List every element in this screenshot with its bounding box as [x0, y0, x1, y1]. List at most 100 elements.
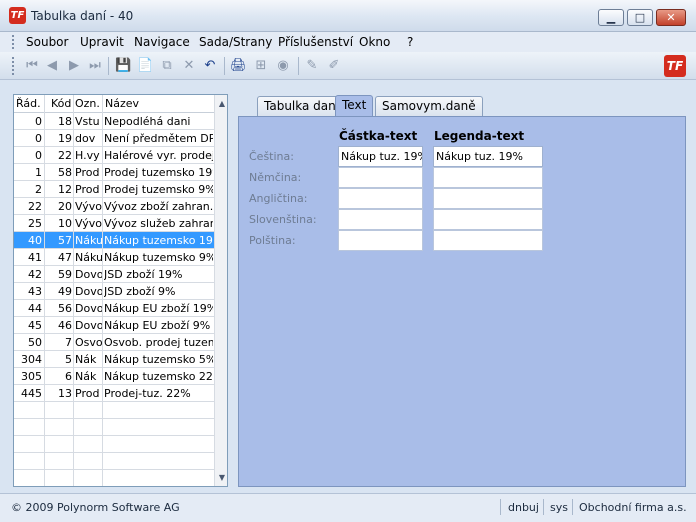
cell-row: 44 [28, 302, 42, 315]
cell-abbr: Prod [75, 166, 100, 179]
menu-bar: Soubor Upravit Navigace Sada/Strany Přís… [0, 32, 696, 52]
cell-name: Nákup EU zboží 9% [104, 319, 211, 332]
language-label: Polština: [249, 234, 296, 247]
cell-name: Prodej-tuz. 22% [104, 387, 191, 400]
cell-name: Prodej tuzemsko 9% [104, 183, 213, 196]
copy-icon[interactable]: ⧉ [159, 58, 175, 74]
legend-text-field[interactable] [433, 167, 543, 188]
legend-text-field[interactable] [433, 188, 543, 209]
cell-abbr: H.vy [75, 149, 100, 162]
status-user: sys [550, 501, 568, 514]
cell-row: 41 [28, 251, 42, 264]
tax-table-grid[interactable]: Řád. Kód Ozn. Název 0 18 Vstu Nepodléhá dan… [13, 94, 228, 487]
edit-icon[interactable]: ✎ [304, 58, 320, 74]
legend-text-field[interactable]: Nákup tuz. 19% [433, 146, 543, 167]
menu-upravit[interactable]: Upravit [80, 35, 124, 49]
cell-abbr: Dovo [75, 285, 102, 298]
language-label: Angličtina: [249, 192, 308, 205]
status-divider [500, 499, 501, 515]
close-icon: ✕ [666, 11, 676, 24]
new-icon[interactable]: 📄 [137, 58, 153, 74]
cell-name: Nákup EU zboží 19% [104, 302, 213, 315]
header-row[interactable]: Řád. [16, 97, 41, 110]
language-label: Slovenština: [249, 213, 317, 226]
cell-row: 42 [28, 268, 42, 281]
cell-row: 0 [35, 115, 42, 128]
amount-text-field[interactable] [338, 209, 423, 230]
close-button[interactable]: ✕ [656, 9, 686, 26]
legend-text-field[interactable] [433, 209, 543, 230]
grid-scrollbar[interactable]: ▲ ▼ [214, 95, 227, 486]
cell-name: Není předmětem DPH [104, 132, 213, 145]
first-record-icon[interactable]: ⏮ [24, 58, 40, 74]
scroll-up-icon[interactable]: ▲ [215, 99, 227, 108]
amount-text-field[interactable] [338, 167, 423, 188]
cell-abbr: Náku [75, 234, 102, 247]
tab-text[interactable]: Text [335, 95, 374, 117]
copyright-text: © 2009 Polynorm Software AG [11, 501, 180, 514]
column-divider [44, 95, 45, 486]
tab-tabulka-dani[interactable]: Tabulka daní [257, 96, 347, 116]
legend-text-field[interactable] [433, 230, 543, 251]
menu-grip[interactable] [12, 35, 15, 49]
cell-row: 43 [28, 285, 42, 298]
last-record-icon[interactable]: ⏭ [87, 58, 103, 74]
grid-header: Řád. Kód Ozn. Název [14, 95, 227, 113]
app-logo-icon: TF [9, 7, 26, 24]
cell-code: 22 [58, 149, 72, 162]
cell-code: 49 [58, 285, 72, 298]
cell-abbr: Dovo [75, 319, 102, 332]
header-abbr[interactable]: Ozn. [75, 97, 100, 110]
prev-record-icon[interactable]: ◀ [44, 58, 60, 74]
amount-text-field[interactable] [338, 188, 423, 209]
cell-name: Nákup tuzemsko 22% [104, 370, 213, 383]
tree-icon[interactable]: ⊞ [253, 58, 269, 74]
amount-text-field[interactable]: Nákup tuz. 19% [338, 146, 423, 167]
globe-icon[interactable]: ◉ [275, 58, 291, 74]
column-amount-text: Částka-text [339, 129, 418, 143]
clear-icon[interactable]: ✐ [326, 58, 342, 74]
cell-name: Nákup tuzemsko 5% [104, 353, 213, 366]
undo-icon[interactable]: ↶ [202, 58, 218, 74]
status-company: Obchodní firma a.s. [579, 501, 687, 514]
menu-help[interactable]: ? [407, 35, 413, 49]
minimize-button[interactable]: ▁ [598, 9, 624, 26]
cell-row: 50 [28, 336, 42, 349]
cell-code: 12 [58, 183, 72, 196]
scroll-down-icon[interactable]: ▼ [215, 473, 227, 482]
header-code[interactable]: Kód [51, 97, 71, 110]
cell-abbr: Náku [75, 251, 102, 264]
delete-icon[interactable]: ✕ [181, 58, 197, 74]
cell-code: 58 [58, 166, 72, 179]
language-label: Čeština: [249, 150, 294, 163]
header-name[interactable]: Název [105, 97, 139, 110]
cell-name: Vývoz služeb zahran. [104, 217, 213, 230]
menu-sada-strany[interactable]: Sada/Strany [199, 35, 272, 49]
toolbar-grip[interactable] [12, 57, 15, 75]
menu-navigace[interactable]: Navigace [134, 35, 190, 49]
save-icon[interactable]: 💾 [115, 58, 131, 74]
menu-soubor[interactable]: Soubor [26, 35, 68, 49]
cell-code: 18 [58, 115, 72, 128]
status-divider [572, 499, 573, 515]
cell-name: Prodej tuzemsko 19% [104, 166, 213, 179]
cell-code: 6 [65, 370, 72, 383]
cell-name: Halérové vyr. prodej [104, 149, 213, 162]
cell-abbr: Dovo [75, 268, 102, 281]
cell-row: 0 [35, 132, 42, 145]
column-divider [73, 95, 74, 486]
cell-abbr: dov [75, 132, 96, 145]
amount-text-field[interactable] [338, 230, 423, 251]
tab-samovym-dane[interactable]: Samovym.daně [375, 96, 483, 116]
title-bar: TF Tabulka daní - 40 ▁ □ ✕ [0, 0, 696, 32]
maximize-icon: □ [634, 11, 646, 24]
cell-row: 0 [35, 149, 42, 162]
next-record-icon[interactable]: ▶ [66, 58, 82, 74]
menu-prislusenstvi[interactable]: Příslušenství [278, 35, 353, 49]
status-bar: © 2009 Polynorm Software AG dnbuj sys Ob… [0, 493, 696, 522]
menu-okno[interactable]: Okno [359, 35, 390, 49]
maximize-button[interactable]: □ [627, 9, 653, 26]
toolbar: ⏮ ◀ ▶ ⏭ 💾 📄 ⧉ ✕ ↶ 🖨 ⊞ ◉ ✎ ✐ [0, 52, 696, 80]
print-icon[interactable]: 🖨 [230, 58, 247, 74]
cell-abbr: Vstu [75, 115, 100, 128]
